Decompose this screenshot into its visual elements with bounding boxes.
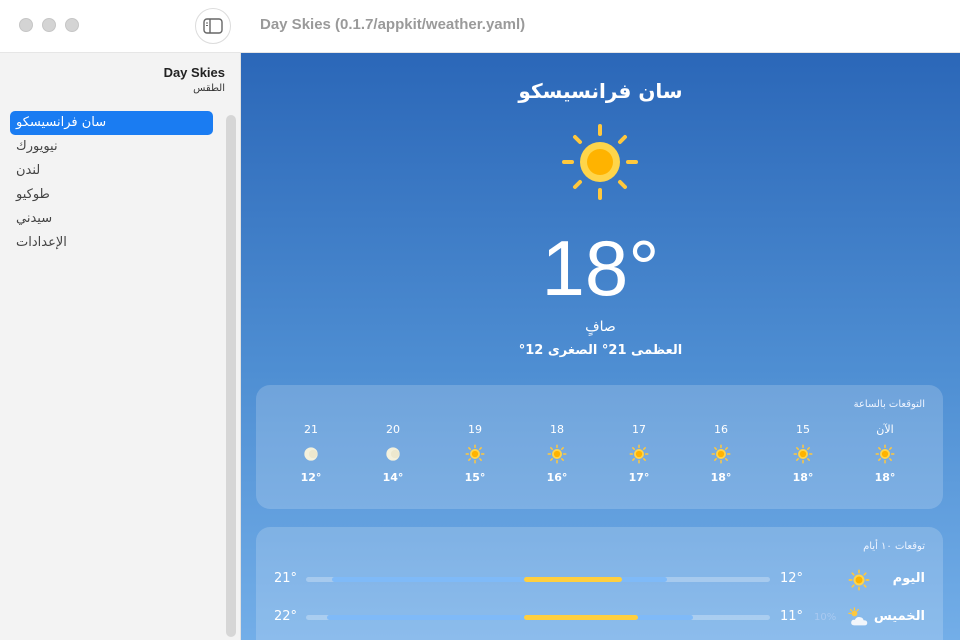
hour-label: 15 — [796, 423, 810, 436]
hourly-forecast-card: التوقعات بالساعة 21 12° 20 14° 19 15° 18 16° 17 1… — [256, 385, 943, 509]
hourly-item: 16 18° — [680, 421, 762, 487]
daily-high: 21° — [274, 571, 298, 586]
daily-forecast-card: توقعات ١٠ أيام اليوم 12° 21° الخميس 10% 11° 22… — [256, 527, 943, 640]
moon-icon — [386, 447, 400, 461]
zoom-window-button[interactable] — [65, 18, 79, 32]
hour-label: 21 — [304, 423, 318, 436]
current-city: سان فرانسيسكو — [518, 79, 683, 103]
sidebar-icon — [203, 18, 223, 34]
temp-range-warm — [524, 615, 639, 620]
hour-icon — [434, 439, 516, 469]
hourly-forecast-list: 21 12° 20 14° 19 15° 18 16° 17 17° 16 18° 15 18° الآن 1… — [270, 421, 930, 487]
sun-icon — [848, 569, 870, 591]
hourly-item: 15 18° — [762, 421, 844, 487]
hour-label: 16 — [714, 423, 728, 436]
hour-label: 17 — [632, 423, 646, 436]
title-bar: Day Skies (0.1.7/appkit/weather.yaml) — [0, 0, 960, 53]
moon-icon — [304, 447, 318, 461]
hour-label: 18 — [550, 423, 564, 436]
daily-temp-range-bar — [306, 615, 770, 620]
sidebar-toggle-button[interactable] — [195, 8, 231, 44]
hour-temperature: 18° — [874, 471, 896, 484]
hourly-item: 21 12° — [270, 421, 352, 487]
daily-forecast-title: توقعات ١٠ أيام — [863, 541, 925, 552]
sun-icon — [562, 124, 638, 200]
daily-day-label: الخميس — [873, 609, 925, 624]
daily-row[interactable]: الخميس 10% 11° 22° — [256, 603, 943, 633]
hourly-forecast-title: التوقعات بالساعة — [853, 399, 925, 410]
daily-temp-range-bar — [306, 577, 770, 582]
sidebar: Day Skies الطقس سان فرانسيسكو نيويورك لن… — [0, 53, 241, 640]
window-title: Day Skies (0.1.7/appkit/weather.yaml) — [260, 16, 526, 33]
current-temperature: 18° — [541, 224, 660, 312]
sun-icon — [465, 444, 485, 464]
hour-icon — [680, 439, 762, 469]
sidebar-item-san-francisco[interactable]: سان فرانسيسكو — [10, 111, 213, 135]
sidebar-item-sydney[interactable]: سيدني — [10, 207, 213, 231]
hourly-item: 20 14° — [352, 421, 434, 487]
hour-icon — [762, 439, 844, 469]
hour-icon — [270, 439, 352, 469]
daily-high: 22° — [274, 609, 298, 624]
partly-cloudy-icon — [848, 607, 868, 626]
hourly-item: الآن 18° — [844, 421, 926, 487]
sidebar-scrollbar[interactable] — [226, 115, 236, 637]
sidebar-item-new-york[interactable]: نيويورك — [10, 135, 213, 159]
minimize-window-button[interactable] — [42, 18, 56, 32]
hourly-item: 17 17° — [598, 421, 680, 487]
sidebar-item-settings[interactable]: الإعدادات — [10, 231, 213, 255]
daily-icon — [848, 569, 870, 591]
app-window: Day Skies (0.1.7/appkit/weather.yaml) Da… — [0, 0, 960, 640]
daily-low: 11° — [780, 609, 804, 624]
sidebar-item-london[interactable]: لندن — [10, 159, 213, 183]
hourly-item: 18 16° — [516, 421, 598, 487]
hour-label: الآن — [876, 423, 894, 436]
sun-icon — [629, 444, 649, 464]
weather-main: سان فرانسيسكو 18° صافٍ العظمى 21° الصغرى… — [241, 53, 960, 640]
hour-temperature: 14° — [382, 471, 404, 484]
daily-day-label: اليوم — [892, 571, 925, 586]
sun-icon — [875, 444, 895, 464]
daily-row[interactable]: اليوم 12° 21° — [256, 565, 943, 595]
hour-temperature: 15° — [464, 471, 486, 484]
hour-temperature: 18° — [710, 471, 732, 484]
app-subtitle: الطقس — [193, 83, 225, 94]
sun-icon — [711, 444, 731, 464]
hour-temperature: 12° — [300, 471, 322, 484]
hour-temperature: 17° — [628, 471, 650, 484]
app-name: Day Skies — [163, 65, 225, 80]
sidebar-nav: سان فرانسيسكو نيويورك لندن طوكيو سيدني ا… — [10, 111, 213, 255]
hour-temperature: 18° — [792, 471, 814, 484]
current-condition: صافٍ — [585, 319, 616, 335]
sun-icon — [547, 444, 567, 464]
hour-temperature: 16° — [546, 471, 568, 484]
daily-precipitation: 10% — [814, 612, 837, 623]
sun-icon — [793, 444, 813, 464]
hour-icon — [352, 439, 434, 469]
hour-icon — [516, 439, 598, 469]
close-window-button[interactable] — [19, 18, 33, 32]
hour-icon — [598, 439, 680, 469]
temp-range-warm — [524, 577, 623, 582]
hour-label: 20 — [386, 423, 400, 436]
sidebar-item-tokyo[interactable]: طوكيو — [10, 183, 213, 207]
hour-label: 19 — [468, 423, 482, 436]
daily-icon — [848, 607, 870, 629]
daily-low: 12° — [780, 571, 804, 586]
hour-icon — [844, 439, 926, 469]
hourly-item: 19 15° — [434, 421, 516, 487]
current-high-low: العظمى 21° الصغرى 12° — [518, 343, 683, 358]
